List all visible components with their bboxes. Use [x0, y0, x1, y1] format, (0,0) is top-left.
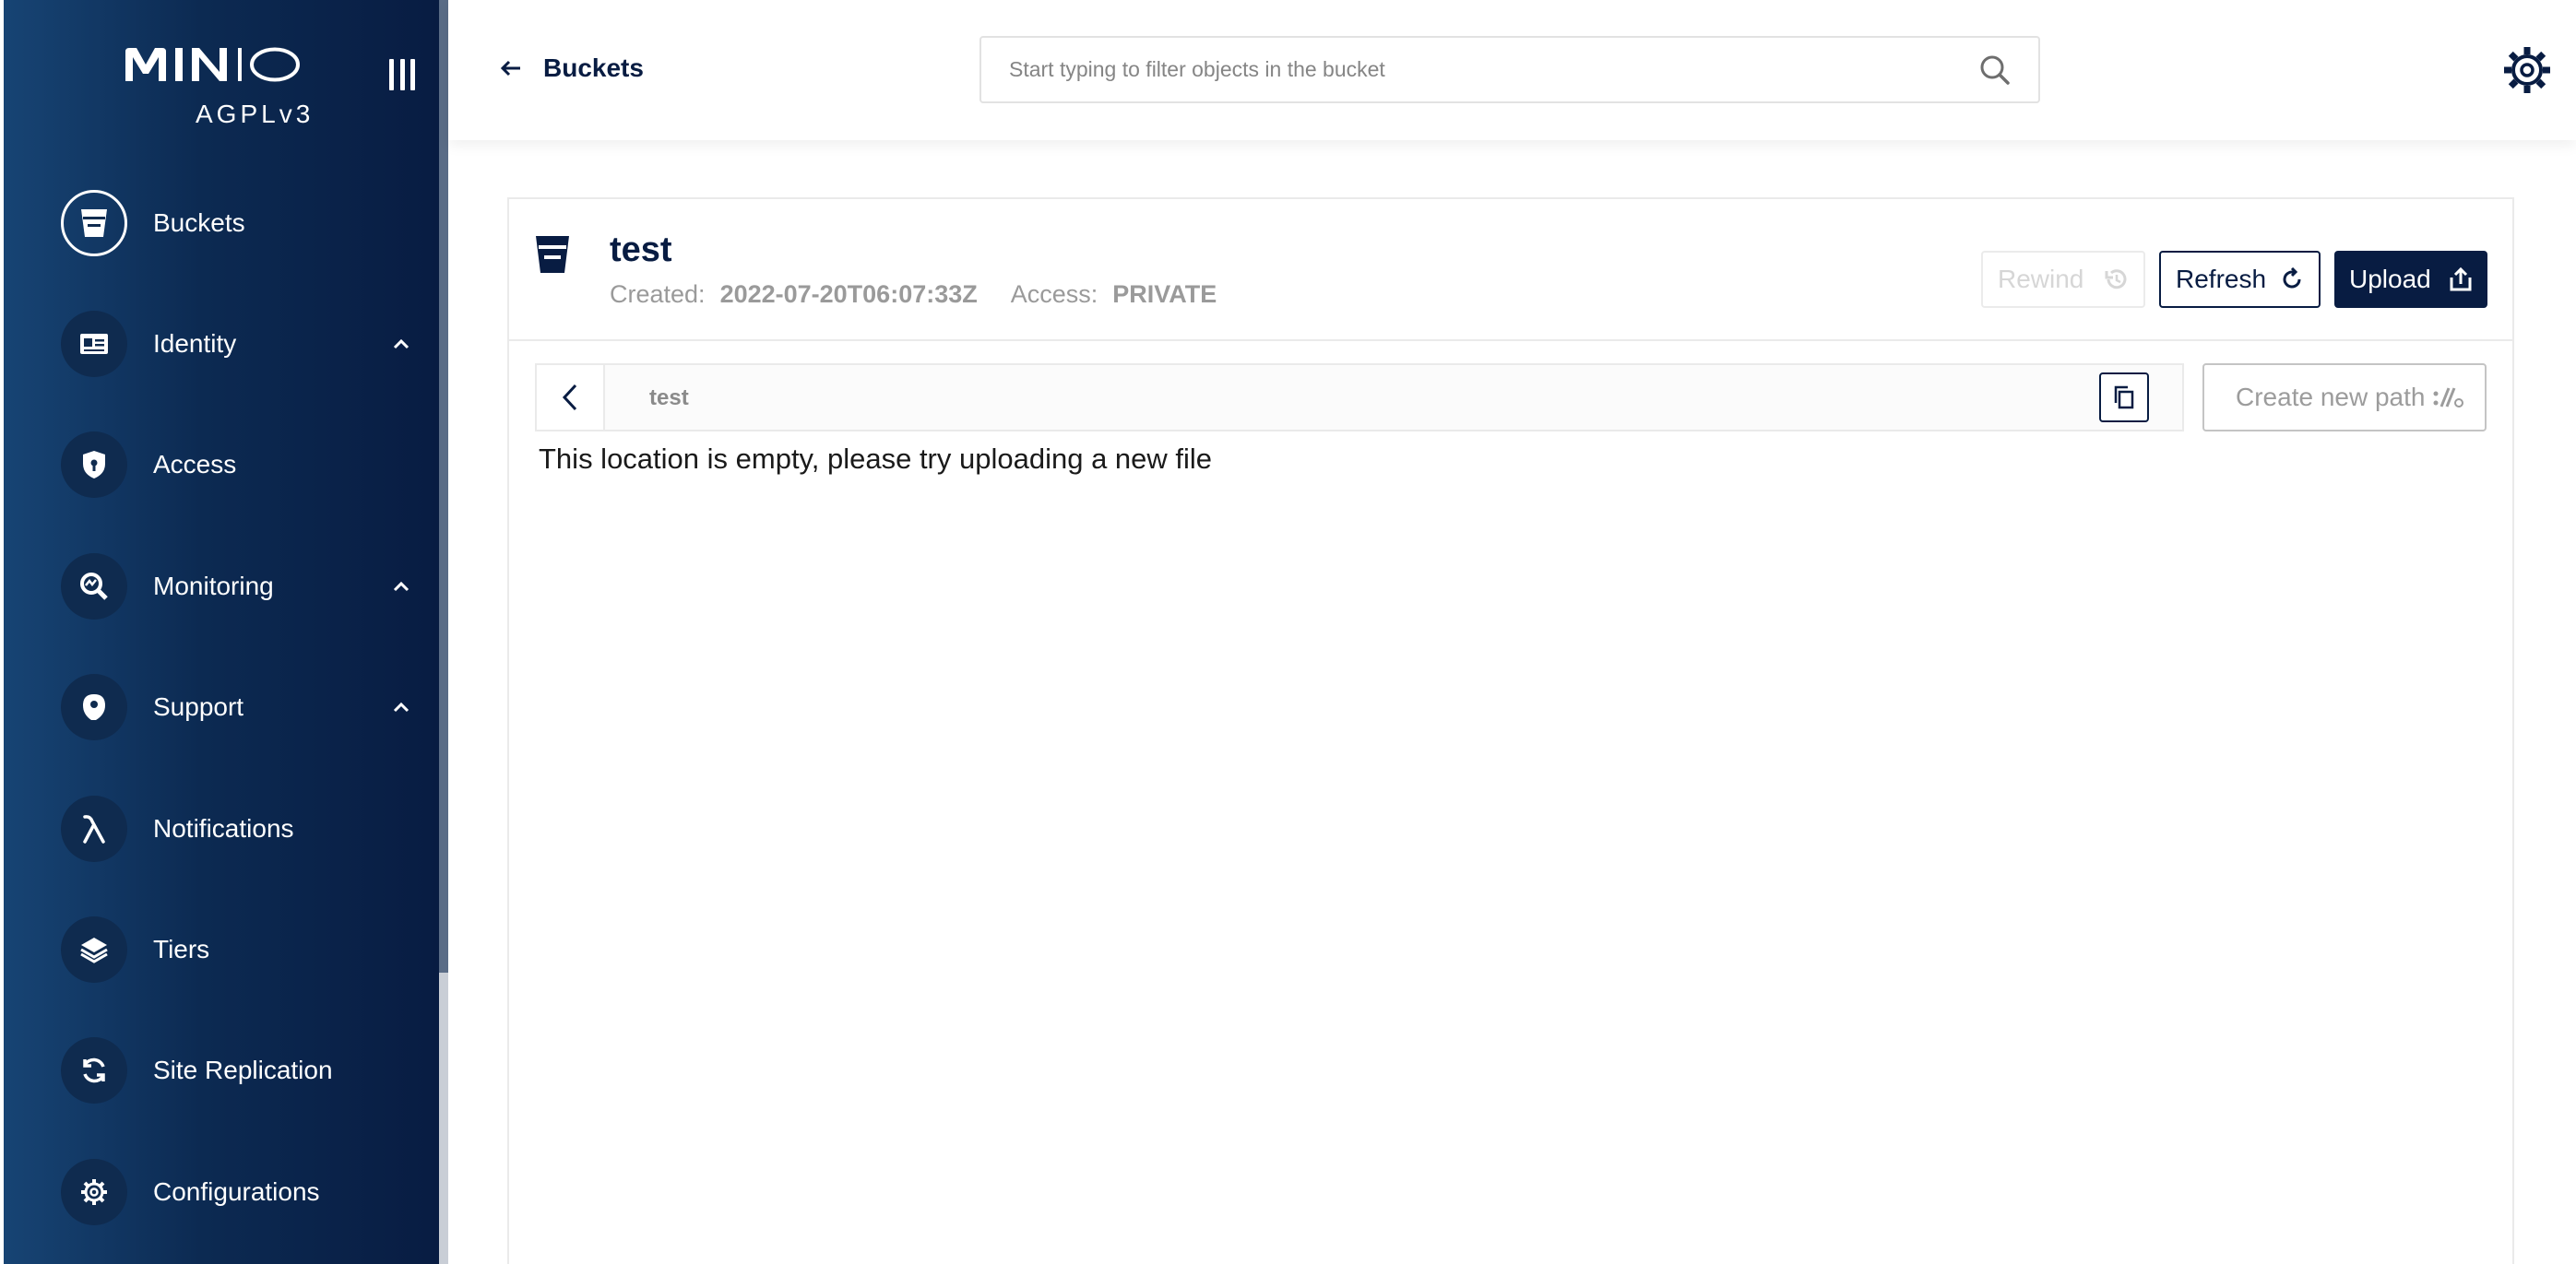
sidebar-item-label: Tiers: [153, 935, 210, 963]
back-to-buckets-link[interactable]: Buckets: [501, 53, 644, 83]
bucket-browser-panel: test Created: 2022-07-20T06:07:33Z Acces…: [507, 197, 2514, 1264]
bucket-name: test: [610, 230, 672, 269]
chevron-up-icon: [393, 702, 410, 713]
sidebar-item-notifications[interactable]: Notifications: [61, 796, 411, 862]
collapse-menu-button[interactable]: [389, 59, 415, 90]
access-value: PRIVATE: [1112, 280, 1217, 308]
breadcrumb: test: [535, 363, 2184, 431]
bucket-icon: [536, 236, 569, 273]
refresh-button[interactable]: Refresh: [2159, 251, 2321, 308]
sidebar-item-identity[interactable]: Identity: [61, 311, 411, 377]
id-card-icon: [61, 311, 127, 377]
created-value: 2022-07-20T06:07:33Z: [719, 280, 978, 308]
minio-logo: [125, 47, 300, 82]
sidebar-item-site-replication[interactable]: Site Replication: [61, 1037, 411, 1104]
gear-icon: [61, 1159, 127, 1225]
copy-icon: [2114, 385, 2134, 409]
access-label: Access:: [1010, 280, 1098, 308]
monitoring-icon: [61, 553, 127, 620]
create-new-path-button[interactable]: Create new path: [2202, 363, 2487, 431]
sidebar-item-buckets[interactable]: Buckets: [61, 190, 411, 256]
settings-gear-icon[interactable]: [2501, 44, 2553, 96]
history-icon: [2105, 269, 2127, 289]
refresh-icon: [2283, 267, 2301, 289]
sidebar-item-tiers[interactable]: Tiers: [61, 916, 411, 983]
sidebar-scrollbar-track[interactable]: [439, 973, 448, 1264]
sidebar-item-label: Buckets: [153, 208, 245, 237]
sidebar-item-configurations[interactable]: Configurations: [61, 1159, 411, 1225]
bucket-header: test Created: 2022-07-20T06:07:33Z Acces…: [509, 199, 2512, 341]
breadcrumb-path[interactable]: test: [649, 385, 689, 411]
chevron-left-icon: [562, 384, 577, 411]
copy-path-button[interactable]: [2099, 372, 2149, 422]
created-label: Created:: [610, 280, 706, 308]
bucket-meta: Created: 2022-07-20T06:07:33Z Access: PR…: [610, 280, 1250, 309]
lambda-icon: [61, 796, 127, 862]
sidebar-item-label: Access: [153, 450, 237, 478]
sidebar-item-access[interactable]: Access: [61, 431, 411, 498]
sidebar-item-label: Identity: [153, 329, 237, 358]
create-path-label: Create new path: [2236, 383, 2426, 411]
new-path-icon: [2433, 387, 2463, 408]
search-input[interactable]: [1009, 57, 1979, 82]
upload-button[interactable]: Upload: [2334, 251, 2487, 308]
bucket-icon: [61, 190, 127, 256]
back-link-label: Buckets: [543, 53, 644, 82]
upload-label: Upload: [2349, 265, 2431, 293]
upload-icon: [2450, 266, 2472, 291]
arrow-left-icon: [501, 60, 520, 77]
sidebar-item-label: Support: [153, 692, 244, 721]
object-filter-search[interactable]: [979, 36, 2040, 103]
sidebar-item-support[interactable]: Support: [61, 674, 411, 740]
rewind-button[interactable]: Rewind: [1981, 251, 2145, 308]
lock-icon: [61, 431, 127, 498]
rewind-label: Rewind: [1998, 265, 2084, 293]
chevron-up-icon: [393, 581, 410, 592]
layers-icon: [61, 916, 127, 983]
empty-state-message: This location is empty, please try uploa…: [539, 443, 1213, 475]
chevron-up-icon: [393, 338, 410, 349]
license-label: AGPLv3: [196, 100, 315, 128]
search-icon[interactable]: [1979, 54, 2011, 86]
sidebar: AGPLv3 Buckets Identity Access Monitorin…: [0, 0, 443, 1264]
refresh-label: Refresh: [2176, 265, 2267, 293]
sidebar-item-label: Monitoring: [153, 572, 274, 600]
sidebar-item-label: Notifications: [153, 814, 294, 843]
sync-icon: [61, 1037, 127, 1104]
sidebar-item-monitoring[interactable]: Monitoring: [61, 553, 411, 620]
support-icon: [61, 674, 127, 740]
sidebar-item-label: Site Replication: [153, 1056, 333, 1084]
sidebar-item-label: Configurations: [153, 1177, 320, 1206]
sidebar-scrollbar-thumb[interactable]: [439, 0, 448, 973]
breadcrumb-back-button[interactable]: [537, 365, 605, 430]
